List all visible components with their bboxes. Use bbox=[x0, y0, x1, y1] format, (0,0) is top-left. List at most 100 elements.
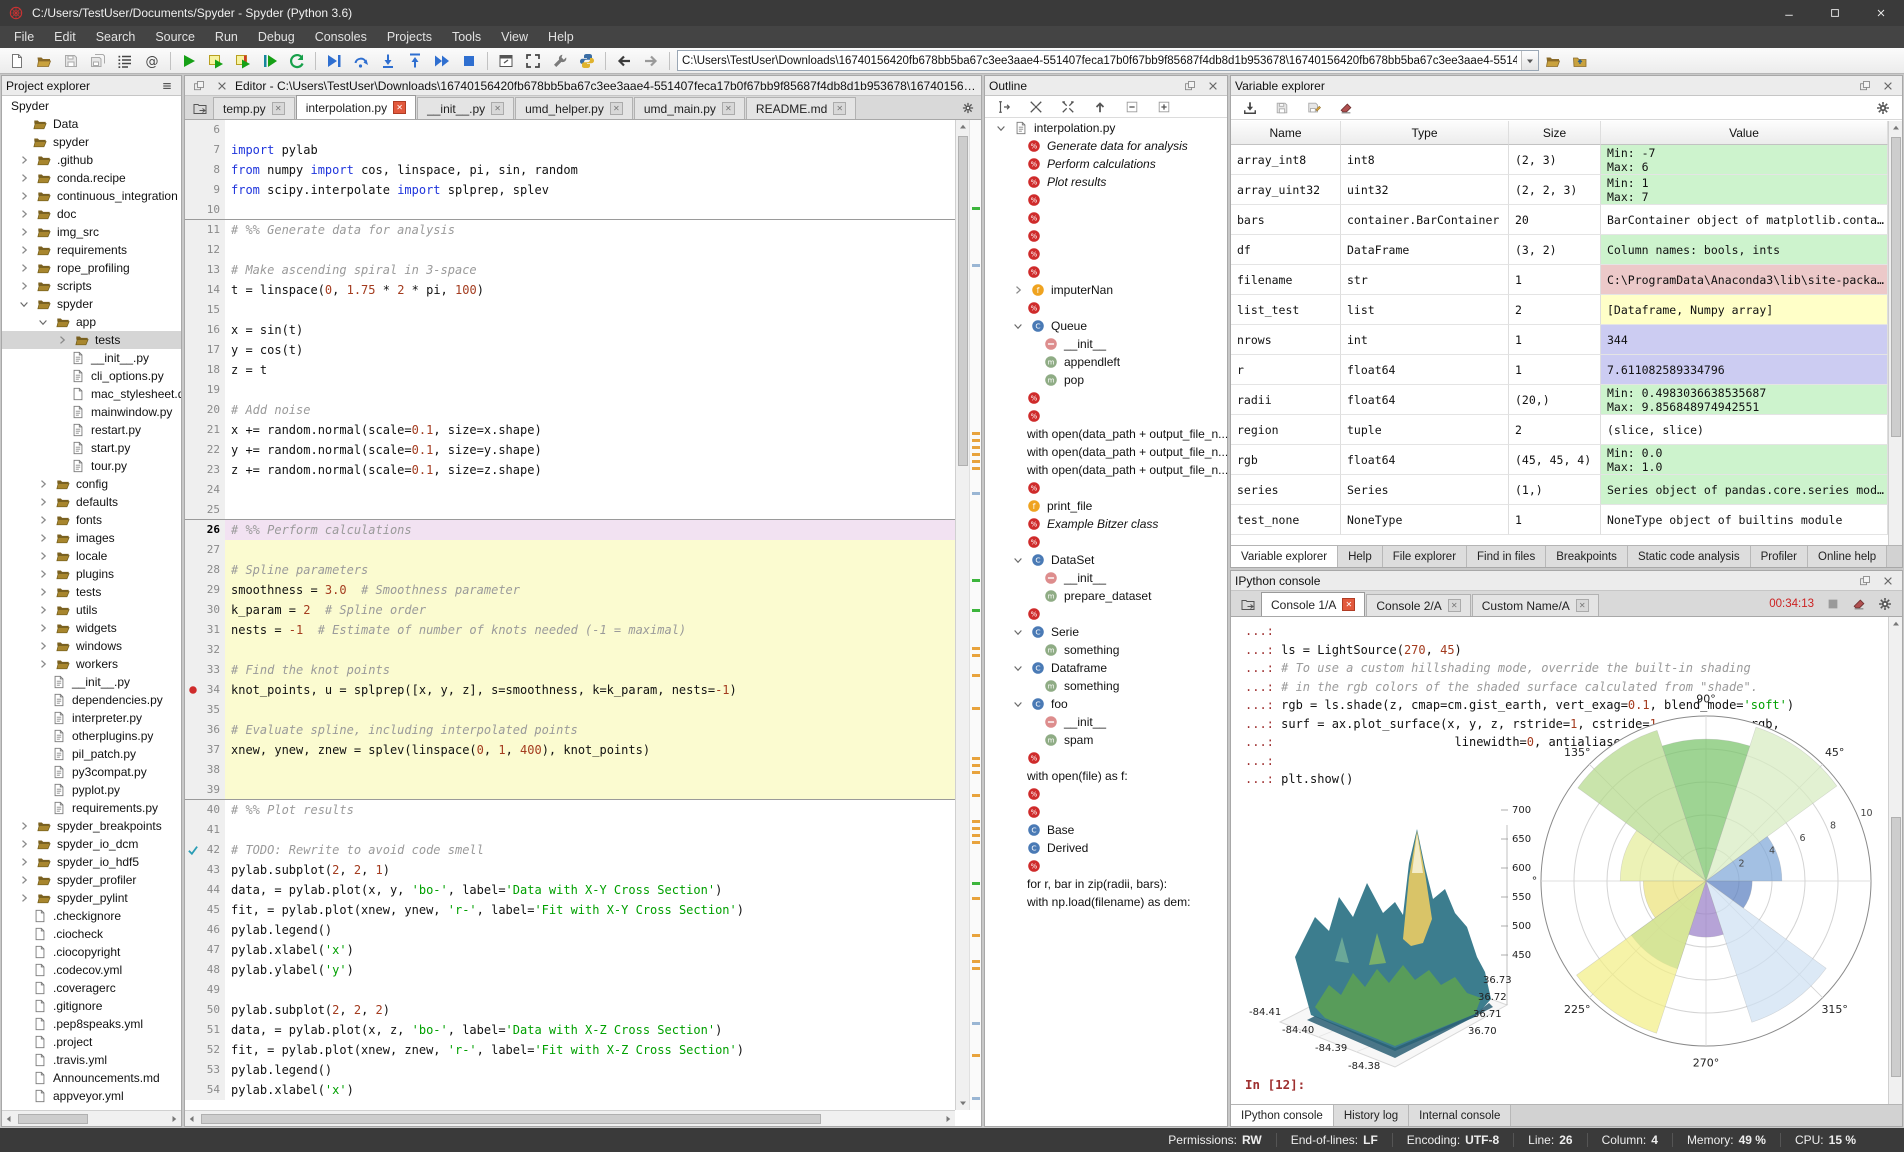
outline-item-cell[interactable]: % bbox=[985, 227, 1227, 245]
pane-tab-profiler[interactable]: Profiler bbox=[1750, 546, 1809, 567]
variable-row-series[interactable]: series Series (1,) Series object of pandas.… bbox=[1231, 475, 1888, 505]
editor-tab-umd-helper-py[interactable]: umd_helper.py ✕ bbox=[515, 97, 633, 119]
outline-item-cell[interactable]: % bbox=[985, 803, 1227, 821]
code-line-38[interactable]: 38 bbox=[185, 760, 955, 780]
outline-item-init[interactable]: __init__ bbox=[985, 713, 1227, 731]
code-line-54[interactable]: 54 pylab.xlabel('x') bbox=[185, 1080, 955, 1100]
editor-gutter[interactable] bbox=[185, 840, 201, 860]
interrupt-kernel-button[interactable] bbox=[1820, 592, 1846, 616]
find-symbols-button[interactable]: @ bbox=[139, 49, 165, 73]
code-line-24[interactable]: 24 bbox=[185, 480, 955, 500]
outline-item-cell[interactable]: % bbox=[985, 533, 1227, 551]
project-item-conda-recipe[interactable]: conda.recipe bbox=[2, 169, 181, 187]
code-line-6[interactable]: 6 bbox=[185, 120, 955, 140]
goto-cursor-button[interactable] bbox=[991, 95, 1017, 119]
outline-item-something[interactable]: m something bbox=[985, 641, 1227, 659]
chevron-right-icon[interactable] bbox=[14, 834, 34, 854]
run-cell-button[interactable] bbox=[203, 49, 229, 73]
code-line-31[interactable]: 31 nests = -1 # Estimate of number of kno… bbox=[185, 620, 955, 640]
variable-row-array-uint32[interactable]: array_uint32 uint32 (2, 2, 3) Min: 1 Max: 7 bbox=[1231, 175, 1888, 205]
project-item-spyder-breakpoints[interactable]: spyder_breakpoints bbox=[2, 817, 181, 835]
editor-gutter[interactable] bbox=[185, 220, 201, 240]
tab-close-icon[interactable]: ✕ bbox=[833, 102, 847, 115]
project-item-spyder-pylint[interactable]: spyder_pylint bbox=[2, 889, 181, 907]
tab-close-icon[interactable]: ✕ bbox=[609, 102, 623, 115]
project-item-spyder[interactable]: spyder bbox=[2, 133, 181, 151]
outline-item-serie[interactable]: C Serie bbox=[985, 623, 1227, 641]
editor-gutter[interactable] bbox=[185, 580, 201, 600]
code-line-17[interactable]: 17 y = cos(t) bbox=[185, 340, 955, 360]
code-line-37[interactable]: 37 xnew, ynew, znew = splev(linspace(0, 1… bbox=[185, 740, 955, 760]
project-item-fonts[interactable]: fonts bbox=[2, 511, 181, 529]
clear-console-button[interactable] bbox=[1846, 592, 1872, 616]
tab-close-icon[interactable]: ✕ bbox=[271, 102, 285, 115]
variable-row-array-int8[interactable]: array_int8 int8 (2, 3) Min: -7 Max: 6 bbox=[1231, 145, 1888, 175]
step-return-button[interactable] bbox=[402, 49, 428, 73]
back-button[interactable] bbox=[611, 49, 637, 73]
editor-tab-interpolation-py[interactable]: interpolation.py ✕ bbox=[295, 95, 417, 119]
code-line-8[interactable]: 8 from numpy import cos, linspace, pi, si… bbox=[185, 160, 955, 180]
outline-item-cell[interactable]: % bbox=[985, 605, 1227, 623]
chevron-right-icon[interactable] bbox=[14, 888, 34, 908]
variable-row-radii[interactable]: radii float64 (20,) Min: 0.4983036638535687… bbox=[1231, 385, 1888, 415]
pane-tab-history-log[interactable]: History log bbox=[1333, 1105, 1410, 1126]
project-item-mainwindow-py[interactable]: mainwindow.py bbox=[2, 403, 181, 421]
pane-options-icon[interactable] bbox=[157, 76, 177, 95]
code-line-13[interactable]: 13 # Make ascending spiral in 3-space bbox=[185, 260, 955, 280]
code-line-25[interactable]: 25 bbox=[185, 500, 955, 520]
project-item-travis-yml[interactable]: .travis.yml bbox=[2, 1051, 181, 1069]
pane-tab-find-in-files[interactable]: Find in files bbox=[1467, 546, 1547, 567]
code-line-39[interactable]: 39 bbox=[185, 780, 955, 800]
debug-stop-button[interactable] bbox=[456, 49, 482, 73]
code-line-28[interactable]: 28 # Spline parameters bbox=[185, 560, 955, 580]
project-item-widgets[interactable]: widgets bbox=[2, 619, 181, 637]
project-item-locale[interactable]: locale bbox=[2, 547, 181, 565]
pane-tab-breakpoints[interactable]: Breakpoints bbox=[1546, 546, 1628, 567]
outline-item-for-r-bar-in-zip-radii-bars[interactable]: for r, bar in zip(radii, bars): bbox=[985, 875, 1227, 893]
chevron-right-icon[interactable] bbox=[33, 564, 53, 584]
project-item-tour-py[interactable]: tour.py bbox=[2, 457, 181, 475]
console-options-button[interactable] bbox=[1872, 592, 1898, 616]
outline-item-derived[interactable]: C Derived bbox=[985, 839, 1227, 857]
browse-directory-button[interactable] bbox=[1540, 49, 1566, 73]
project-item-utils[interactable]: utils bbox=[2, 601, 181, 619]
editor-gutter[interactable] bbox=[185, 980, 201, 1000]
editor-gutter[interactable] bbox=[185, 460, 201, 480]
editor-gutter[interactable] bbox=[185, 320, 201, 340]
project-item-requirements-py[interactable]: requirements.py bbox=[2, 799, 181, 817]
collapse-all-button[interactable] bbox=[1023, 95, 1049, 119]
code-line-27[interactable]: 27 bbox=[185, 540, 955, 560]
editor-gutter[interactable] bbox=[185, 780, 201, 799]
column-header-size[interactable]: Size bbox=[1509, 121, 1601, 145]
chevron-down-icon[interactable] bbox=[1008, 694, 1028, 714]
outline-item-base[interactable]: C Base bbox=[985, 821, 1227, 839]
tab-close-icon[interactable]: ✕ bbox=[1342, 598, 1356, 611]
outline-item-init[interactable]: __init__ bbox=[985, 569, 1227, 587]
editor-gutter[interactable] bbox=[185, 1060, 201, 1080]
pane-tab-help[interactable]: Help bbox=[1338, 546, 1383, 567]
expand-section-button[interactable] bbox=[1151, 95, 1177, 119]
browse-tabs-button[interactable] bbox=[187, 96, 213, 120]
menu-projects[interactable]: Projects bbox=[377, 26, 442, 48]
project-item-tests[interactable]: tests bbox=[2, 331, 181, 349]
outline-item-with-open-data-path-output-file-n[interactable]: with open(data_path + output_file_n... bbox=[985, 425, 1227, 443]
project-item-data[interactable]: Data bbox=[2, 115, 181, 133]
editor-gutter[interactable] bbox=[185, 340, 201, 360]
console-input-prompt[interactable]: In [12]: bbox=[1245, 1077, 1305, 1092]
editor-gutter[interactable] bbox=[185, 620, 201, 640]
chevron-right-icon[interactable] bbox=[14, 852, 34, 872]
project-item-dependencies-py[interactable]: dependencies.py bbox=[2, 691, 181, 709]
code-line-48[interactable]: 48 pylab.ylabel('y') bbox=[185, 960, 955, 980]
editor-gutter[interactable] bbox=[185, 420, 201, 440]
chevron-down-icon[interactable] bbox=[33, 312, 53, 332]
menu-tools[interactable]: Tools bbox=[442, 26, 491, 48]
outline-item-perform-calculations[interactable]: % Perform calculations bbox=[985, 155, 1227, 173]
outline-item-init[interactable]: __init__ bbox=[985, 335, 1227, 353]
code-line-20[interactable]: 20 # Add noise bbox=[185, 400, 955, 420]
project-item-tests[interactable]: tests bbox=[2, 583, 181, 601]
code-line-52[interactable]: 52 fit, = pylab.plot(xnew, znew, 'r-', la… bbox=[185, 1040, 955, 1060]
tab-close-icon[interactable]: ✕ bbox=[721, 102, 735, 115]
menu-edit[interactable]: Edit bbox=[44, 26, 86, 48]
code-line-47[interactable]: 47 pylab.xlabel('x') bbox=[185, 940, 955, 960]
new-file-button[interactable] bbox=[4, 49, 30, 73]
